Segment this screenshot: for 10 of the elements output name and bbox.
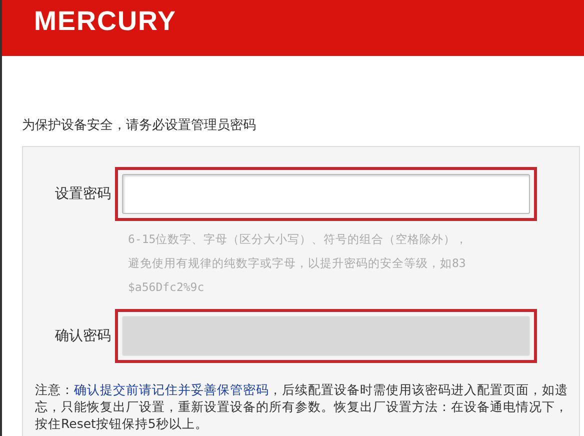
field-label: 确认密码 <box>54 327 111 345</box>
hint-text: $a56Dfc2%9c <box>128 279 206 296</box>
intro-text: 为保护设备安全，请务必设置管理员密码 <box>22 117 257 134</box>
password-field[interactable] <box>122 174 530 214</box>
note-text: 注意：确认提交前请记住并妥善保管密码，后续配置设备时需使用该密码进入配置页面，如遗忘，只能恢复出厂设置，重新设置设备的所有参数。恢复出厂设置方法：在设备通电情况下，按住Reset按钮保持5秒以上。 <box>35 381 569 432</box>
hint-text: 6-15位数字、字母（区分大小写）、符号的组合（空格除外）， <box>128 231 469 248</box>
hint-text: 避免使用有规律的纯数字或字母，以提升密码的安全等级，如83 <box>128 255 467 272</box>
logo: MERCURY <box>34 6 177 36</box>
field-label: 设置密码 <box>54 185 111 203</box>
note-link[interactable]: 确认提交前请记住并妥善保管密码 <box>74 382 269 397</box>
